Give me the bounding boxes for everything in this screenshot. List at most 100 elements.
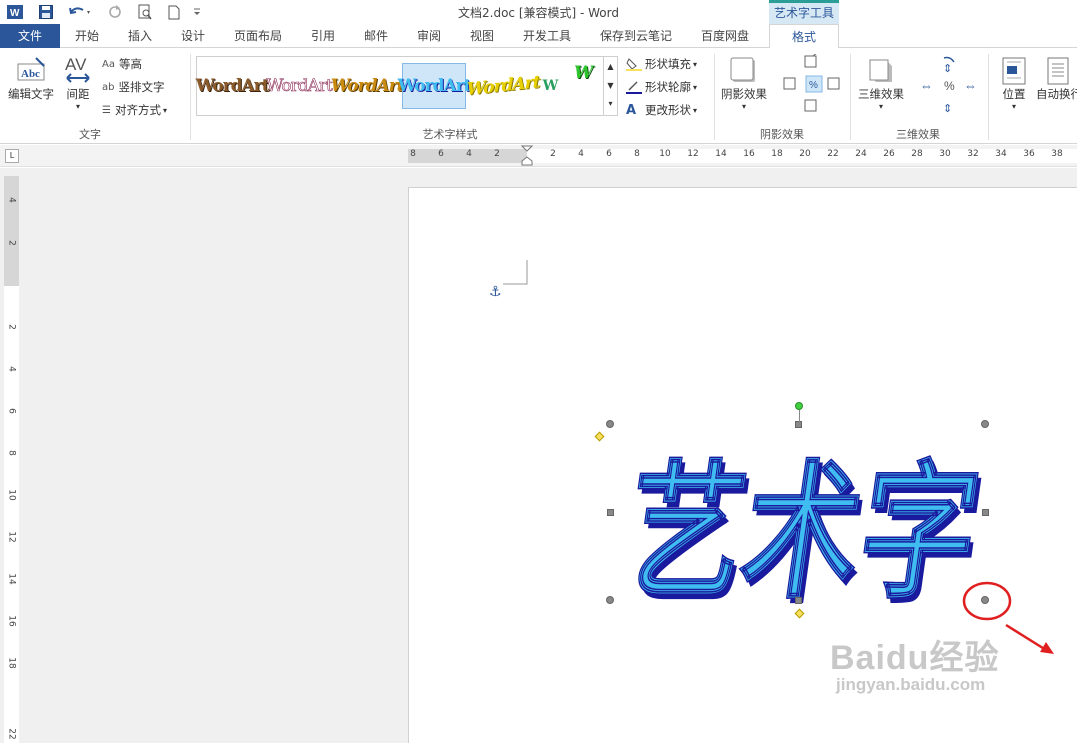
wordart-style-5[interactable]: WordArt (467, 60, 540, 113)
resize-handle-top[interactable] (795, 421, 802, 428)
align-button[interactable]: ☰ 对齐方式 ▾ (102, 102, 167, 118)
tab-save-to-cloud-note[interactable]: 保存到云笔记 (600, 24, 672, 48)
vertical-ruler-number: 2 (6, 324, 17, 330)
group-divider (850, 54, 851, 140)
resize-handle-top-left[interactable] (606, 420, 614, 428)
position-icon (1002, 57, 1026, 85)
vertical-text-button[interactable]: ab 竖排文字 (102, 79, 164, 95)
text-group-label: 文字 (79, 128, 101, 141)
spacing-button[interactable]: AV 间距 ▾ (60, 54, 96, 111)
ruler-number: 8 (634, 149, 640, 159)
ruler-number: 4 (578, 149, 584, 159)
rotate-handle[interactable] (795, 402, 803, 410)
tab-mailings[interactable]: 邮件 (364, 24, 388, 48)
horizontal-ruler: L 8 6 4 2 2 4 6 8 10 12 14 16 18 20 22 24 26 28 30 32 34 36 38 (0, 145, 1077, 167)
shape-outline-label: 形状轮廓 (645, 80, 691, 94)
ruler-number: 38 (1051, 149, 1063, 159)
shape-outline-button[interactable]: 形状轮廓 ▾ (626, 79, 697, 95)
3d-effects-button[interactable]: 三维效果 ▾ (854, 56, 908, 111)
3d-effects-icon (869, 59, 892, 82)
margin-corner-mark (503, 260, 528, 285)
ruler-number: 8 (410, 149, 416, 159)
even-height-label: 等高 (118, 57, 142, 71)
shadow-effects-button[interactable]: 阴影效果 ▾ (718, 56, 770, 111)
shadow-nudge-icon[interactable]: % (780, 54, 844, 116)
shape-outline-dropdown-icon: ▾ (693, 82, 698, 92)
wordart-style-2[interactable]: WordArt (266, 63, 333, 109)
change-shape-button[interactable]: A 更改形状 ▾ (626, 102, 697, 118)
even-height-button[interactable]: Aa 等高 (102, 56, 142, 72)
indent-marker-icon[interactable] (521, 145, 533, 167)
tab-selector[interactable]: L (5, 149, 19, 163)
resize-handle-left[interactable] (607, 509, 614, 516)
tab-references[interactable]: 引用 (311, 24, 335, 48)
wordart-object[interactable]: 艺术字 艺术字 (594, 402, 992, 625)
svg-text:AV: AV (65, 55, 87, 74)
tab-design[interactable]: 设计 (181, 24, 205, 48)
tab-developer[interactable]: 开发工具 (523, 24, 571, 48)
wordart-style-6[interactable]: W (541, 63, 559, 109)
vertical-ruler-number: 8 (6, 450, 17, 456)
resize-handle-bottom[interactable] (795, 597, 802, 604)
wordart-style-4-selected[interactable]: WordArt (398, 63, 471, 109)
resize-handle-top-right[interactable] (981, 420, 989, 428)
shape-fill-button[interactable]: 形状填充 ▾ (626, 56, 697, 72)
gallery-scroll-up-icon[interactable]: ▲ (604, 57, 617, 76)
spacing-icon: AV (65, 55, 90, 83)
ruler-number: 12 (687, 149, 699, 159)
shape-fill-label: 形状填充 (645, 57, 691, 71)
tab-review[interactable]: 审阅 (417, 24, 441, 48)
vertical-ruler-number: 2 (6, 240, 17, 246)
vertical-text-icon: ab (102, 81, 115, 93)
wordart-style-1[interactable]: WordArt (196, 63, 270, 109)
edit-text-button[interactable]: Abc 编辑文字 (6, 56, 56, 102)
tab-home[interactable]: 开始 (75, 24, 99, 48)
tab-page-layout[interactable]: 页面布局 (234, 24, 282, 48)
position-button[interactable]: 位置 ▾ (994, 56, 1034, 111)
resize-handle-right[interactable] (982, 509, 989, 516)
tab-view[interactable]: 视图 (470, 24, 494, 48)
anchor-icon[interactable]: ⚓ (489, 284, 502, 300)
auto-wrap-button[interactable]: 自动换行 (1036, 56, 1077, 102)
ruler-number: 22 (827, 149, 839, 159)
shape-fill-icon (626, 58, 642, 71)
wordart-style-7[interactable]: W (565, 61, 601, 85)
spacing-label: 间距 (66, 87, 90, 101)
group-divider (190, 54, 191, 140)
vertical-ruler-number: 16 (6, 615, 17, 627)
gallery-more-icon[interactable]: ▾ (604, 95, 617, 113)
wordart-tools-title: 艺术字工具 (769, 0, 839, 24)
align-dropdown-icon: ▾ (162, 105, 167, 115)
svg-text:⇕: ⇕ (943, 63, 952, 75)
even-height-icon: Aa (102, 58, 115, 70)
align-label: 对齐方式 (114, 103, 161, 117)
ribbon-tabs: 文件 开始 插入 设计 页面布局 引用 邮件 审阅 视图 开发工具 保存到云笔记… (0, 24, 1077, 49)
tab-baidu-netdisk[interactable]: 百度网盘 (701, 24, 749, 48)
3d-effects-dropdown-icon: ▾ (878, 102, 883, 111)
vertical-ruler-number: 14 (6, 573, 17, 585)
tab-insert[interactable]: 插入 (128, 24, 152, 48)
svg-text:%: % (809, 80, 818, 91)
vertical-ruler-number: 10 (6, 489, 17, 501)
resize-handle-bottom-left[interactable] (606, 596, 614, 604)
ruler-number: 24 (855, 149, 867, 159)
gallery-scrollbar[interactable]: ▲ ▼ ▾ (603, 57, 617, 115)
ruler-number: 14 (715, 149, 727, 159)
wordart-styles-group-label: 艺术字样式 (422, 128, 478, 141)
ruler-number: 6 (606, 149, 612, 159)
tab-file[interactable]: 文件 (0, 24, 60, 48)
ruler-number: 28 (911, 149, 923, 159)
gallery-scroll-down-icon[interactable]: ▼ (604, 76, 617, 95)
shadow-effects-dropdown-icon: ▾ (741, 102, 746, 111)
3d-tilt-icon[interactable]: ⇕ ⇔ % ⇔ ⇕ (916, 54, 982, 116)
watermark-url: jingyan.baidu.com (836, 675, 986, 694)
spacing-dropdown-icon: ▾ (75, 102, 80, 111)
wordart-fill: 艺术字 (615, 448, 989, 620)
auto-wrap-label: 自动换行 (1036, 87, 1077, 101)
ruler-number: 34 (995, 149, 1007, 159)
3d-group-label: 三维效果 (896, 128, 940, 141)
3d-effects-label: 三维效果 (858, 87, 904, 101)
tab-format[interactable]: 格式 (769, 24, 839, 49)
wordart-style-3[interactable]: WordArt (331, 63, 405, 109)
wordart-text-graphic: 艺术字 艺术字 (614, 447, 992, 625)
